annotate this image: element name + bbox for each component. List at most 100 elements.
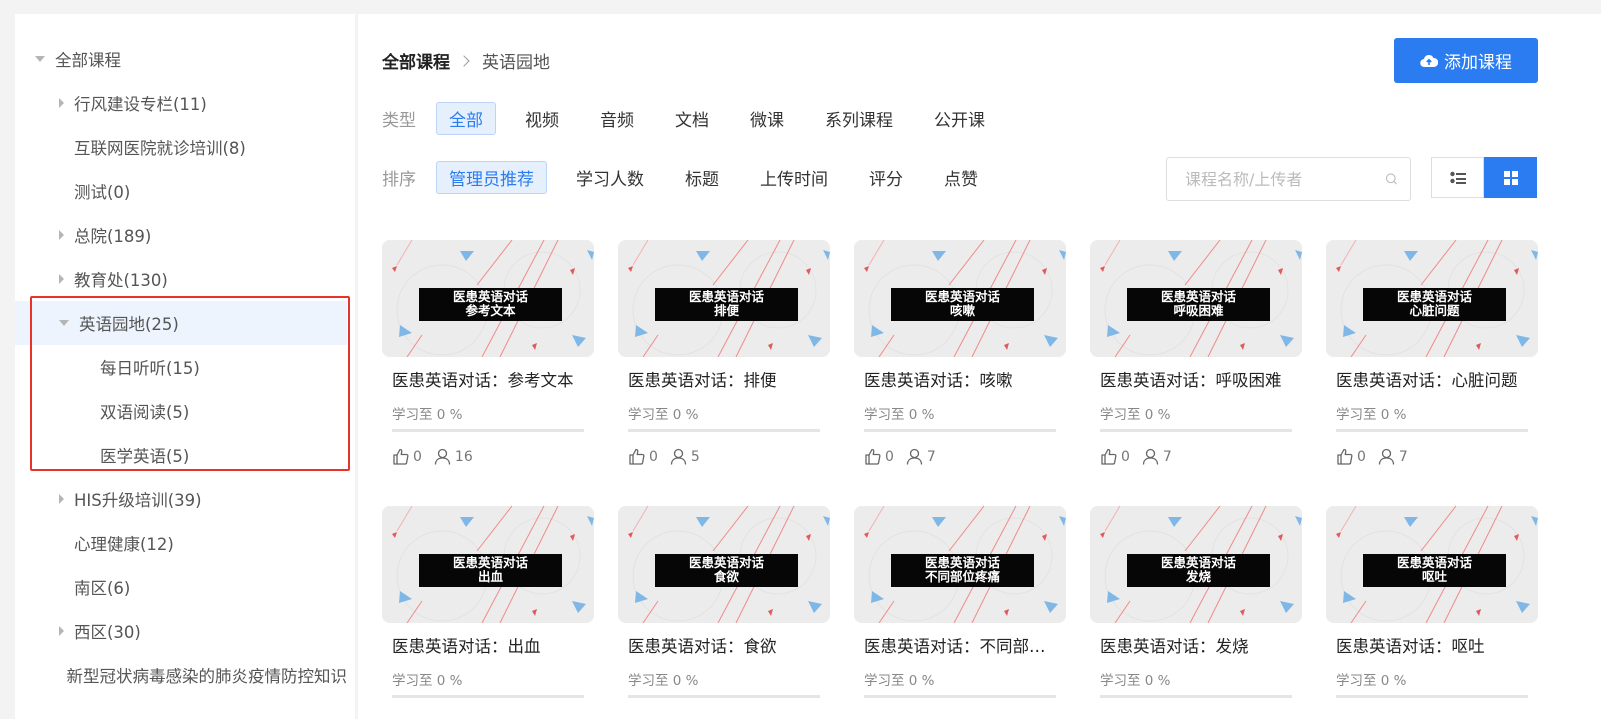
sidebar-item[interactable]: 教育处(130) [15,257,347,301]
list-view-button[interactable] [1431,157,1484,198]
progress-text: 学习至 0 % [864,407,935,423]
course-title[interactable]: 医患英语对话：不同部位疼痛 [854,633,1060,657]
sort-filter-option[interactable]: 标题 [673,161,731,194]
sidebar-item[interactable]: 总院(189) [15,213,347,257]
caret-right-icon[interactable] [59,230,64,240]
sort-filter-option[interactable]: 点赞 [932,161,990,194]
learner-count: 7 [1162,448,1172,465]
learner-count: 5 [690,448,700,465]
like-stat[interactable]: 0 [1336,448,1366,465]
search-icon[interactable] [1385,170,1398,188]
sidebar-item[interactable]: 新型冠状病毒感染的肺炎疫情防控知识 [15,653,348,697]
course-thumbnail[interactable]: 医患英语对话 呕吐 [1326,506,1538,623]
sort-filter-option[interactable]: 管理员推荐 [436,161,547,194]
sidebar-item-label: 心理健康(12) [74,535,174,554]
sidebar-item[interactable]: 全部课程 [15,37,347,81]
course-card[interactable]: 医患英语对话 呼吸困难 医患英语对话：呼吸困难 学习至 0 % 0 7 [1090,240,1302,465]
course-title[interactable]: 医患英语对话：呼吸困难 [1090,367,1296,391]
learner-stat: 16 [434,448,473,465]
sort-filter-option[interactable]: 评分 [857,161,915,194]
type-filter-option[interactable]: 微课 [738,102,796,135]
course-card[interactable]: 医患英语对话 不同部位疼痛 医患英语对话：不同部位疼痛 学习至 0 % [854,506,1066,698]
course-title[interactable]: 医患英语对话：排便 [618,367,824,391]
search-input[interactable] [1185,169,1385,189]
course-card[interactable]: 医患英语对话 参考文本 医患英语对话：参考文本 学习至 0 % 0 16 [382,240,594,465]
like-stat[interactable]: 0 [1100,448,1130,465]
like-stat[interactable]: 0 [864,448,894,465]
sidebar-item-label: 西区(30) [74,623,141,642]
caret-down-icon[interactable] [35,56,45,62]
course-card[interactable]: 医患英语对话 咳嗽 医患英语对话：咳嗽 学习至 0 % 0 7 [854,240,1066,465]
course-card[interactable]: 医患英语对话 发烧 医患英语对话：发烧 学习至 0 % [1090,506,1302,698]
sidebar-item[interactable]: 互联网医院就诊培训(8) [15,125,347,169]
sidebar-item[interactable]: 南区(6) [15,565,347,609]
course-thumbnail[interactable]: 医患英语对话 排便 [618,240,830,357]
thumbnail-caption-line1: 医患英语对话 [688,289,764,304]
sidebar-item[interactable]: 每日听听(15) [15,345,347,389]
type-filter-option[interactable]: 全部 [436,102,496,135]
course-title[interactable]: 医患英语对话：出血 [382,633,588,657]
chevron-right-icon [458,54,470,67]
sidebar-item-label: 每日听听(15) [100,359,200,378]
breadcrumb-root[interactable]: 全部课程 [382,48,450,73]
course-title[interactable]: 医患英语对话：咳嗽 [854,367,1060,391]
caret-right-icon[interactable] [59,494,64,504]
caret-down-icon[interactable] [59,320,69,326]
progress-bar [392,429,584,432]
user-icon [670,448,687,465]
sort-filter-option[interactable]: 上传时间 [748,161,840,194]
breadcrumb-current: 英语园地 [482,53,550,73]
thumbnail-caption-line1: 医患英语对话 [688,555,764,570]
sort-filter-option[interactable]: 学习人数 [564,161,656,194]
sidebar-item-label: 总院(189) [74,227,152,246]
grid-view-button[interactable] [1484,157,1537,198]
sidebar-item[interactable]: 西区(30) [15,609,347,653]
sidebar-item[interactable]: 行风建设专栏(11) [15,81,347,125]
course-title[interactable]: 医患英语对话：呕吐 [1326,633,1532,657]
course-thumbnail[interactable]: 医患英语对话 呼吸困难 [1090,240,1302,357]
course-title[interactable]: 医患英语对话：食欲 [618,633,824,657]
course-thumbnail[interactable]: 医患英语对话 心脏问题 [1326,240,1538,357]
progress-text: 学习至 0 % [628,673,699,689]
course-thumbnail[interactable]: 医患英语对话 咳嗽 [854,240,1066,357]
course-title[interactable]: 医患英语对话：参考文本 [382,367,588,391]
sidebar-item[interactable]: 医学英语(5) [15,433,347,477]
caret-right-icon[interactable] [59,274,64,284]
course-title[interactable]: 医患英语对话：发烧 [1090,633,1296,657]
sidebar-item[interactable]: 心理健康(12) [15,521,347,565]
thumbnail-caption-line2: 食欲 [713,569,739,584]
thumbnail-caption: 医患英语对话 排便 [655,288,798,321]
sidebar-item[interactable]: 测试(0) [15,169,347,213]
sidebar-item[interactable]: HIS升级培训(39) [15,477,347,521]
thumbnail-caption-line1: 医患英语对话 [1396,289,1472,304]
thumbnail-caption-line1: 医患英语对话 [1160,555,1236,570]
course-card[interactable]: 医患英语对话 排便 医患英语对话：排便 学习至 0 % 0 5 [618,240,830,465]
type-filter-option[interactable]: 音频 [588,102,646,135]
caret-right-icon[interactable] [59,626,64,636]
course-stats: 0 16 [382,448,594,465]
caret-right-icon[interactable] [59,98,64,108]
course-card[interactable]: 医患英语对话 呕吐 医患英语对话：呕吐 学习至 0 % [1326,506,1538,698]
sidebar-item[interactable]: 双语阅读(5) [15,389,347,433]
course-thumbnail[interactable]: 医患英语对话 出血 [382,506,594,623]
course-card[interactable]: 医患英语对话 心脏问题 医患英语对话：心脏问题 学习至 0 % 0 7 [1326,240,1538,465]
course-thumbnail[interactable]: 医患英语对话 食欲 [618,506,830,623]
sidebar-item[interactable]: 英语园地(25) [15,301,347,345]
type-filter-option[interactable]: 公开课 [922,102,997,135]
thumbnail-caption-line1: 医患英语对话 [1396,555,1472,570]
like-stat[interactable]: 0 [628,448,658,465]
thumbnail-caption: 医患英语对话 参考文本 [419,288,562,321]
like-stat[interactable]: 0 [392,448,422,465]
type-filter-option[interactable]: 文档 [663,102,721,135]
course-thumbnail[interactable]: 医患英语对话 不同部位疼痛 [854,506,1066,623]
course-thumbnail[interactable]: 医患英语对话 发烧 [1090,506,1302,623]
course-card[interactable]: 医患英语对话 出血 医患英语对话：出血 学习至 0 % [382,506,594,698]
course-title[interactable]: 医患英语对话：心脏问题 [1326,367,1532,391]
type-filter-option[interactable]: 系列课程 [813,102,905,135]
thumbnail-caption-line1: 医患英语对话 [452,555,528,570]
course-card[interactable]: 医患英语对话 食欲医患英语对话：食欲学习至 0 % [618,506,830,698]
add-course-button[interactable]: 添加课程 [1394,38,1538,83]
type-filter-option[interactable]: 视频 [513,102,571,135]
course-thumbnail[interactable]: 医患英语对话 参考文本 [382,240,594,357]
progress-bar [628,695,820,698]
